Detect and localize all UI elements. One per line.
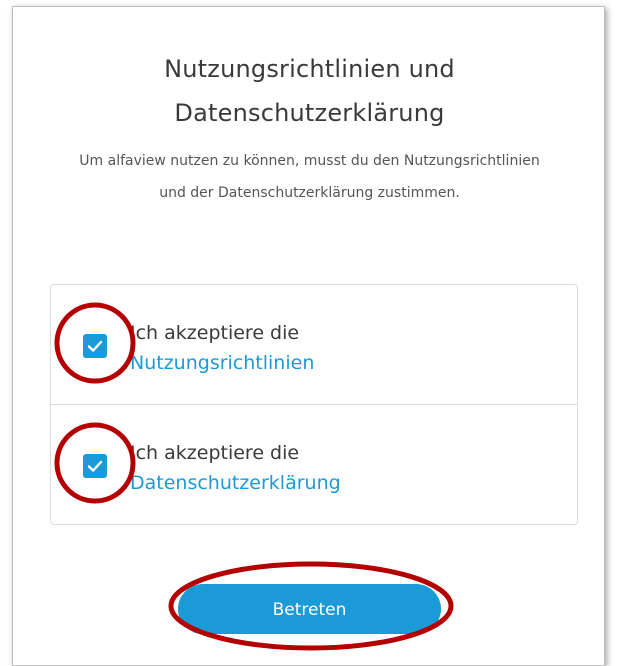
dialog-subtitle: Um alfaview nutzen zu können, musst du d…	[79, 153, 540, 201]
privacy-label: Ich akzeptiere die Datenschutzerklärung	[130, 438, 341, 498]
terms-label: Ich akzeptiere die Nutzungsrichtlinien	[130, 318, 314, 378]
title-line-1: Nutzungsrichtlinien und	[164, 55, 455, 83]
terms-checkbox[interactable]	[83, 334, 107, 358]
consent-panel: Ich akzeptiere die Nutzungsrichtlinien I…	[50, 284, 578, 525]
check-icon	[87, 460, 103, 472]
privacy-checkbox[interactable]	[83, 454, 107, 478]
title-line-2: Datenschutzerklärung	[174, 99, 445, 127]
consent-row-terms: Ich akzeptiere die Nutzungsrichtlinien	[51, 285, 577, 405]
check-icon	[87, 340, 103, 352]
privacy-label-text: Ich akzeptiere die	[130, 442, 300, 464]
privacy-link[interactable]: Datenschutzerklärung	[130, 468, 341, 498]
terms-dialog: Nutzungsrichtlinien und Datenschutzerklä…	[12, 6, 605, 666]
terms-label-text: Ich akzeptiere die	[130, 322, 300, 344]
dialog-title: Nutzungsrichtlinien und Datenschutzerklä…	[13, 47, 606, 135]
enter-button[interactable]: Betreten	[178, 584, 441, 634]
consent-row-privacy: Ich akzeptiere die Datenschutzerklärung	[51, 405, 577, 525]
terms-link[interactable]: Nutzungsrichtlinien	[130, 348, 314, 378]
